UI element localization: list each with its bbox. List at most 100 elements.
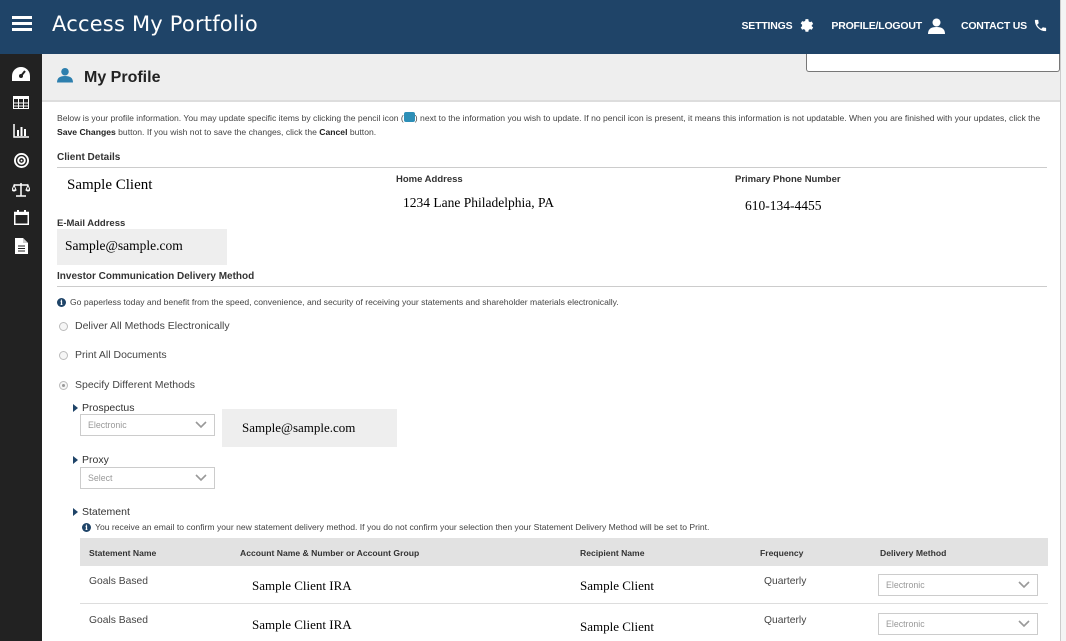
table-row: Goals Based Sample Client IRA Sample Cli… xyxy=(80,605,1048,641)
radio-button[interactable] xyxy=(59,321,68,331)
statement-label: Statement xyxy=(73,506,130,518)
pencil-icon xyxy=(403,112,415,122)
info-icon: i xyxy=(57,297,66,307)
table-grid-icon xyxy=(13,95,29,109)
col-delivery: Delivery Method xyxy=(880,548,947,558)
proxy-label-text: Proxy xyxy=(82,454,109,466)
email-value: Sample@sample.com xyxy=(57,229,227,265)
intro-part: button. If you wish not to save the chan… xyxy=(115,127,320,137)
profile-user-icon xyxy=(57,67,73,83)
delivery-method-select[interactable]: Electronic xyxy=(878,574,1038,596)
prospectus-select[interactable]: Electronic xyxy=(80,414,215,436)
contact-us-link[interactable]: CONTACT US xyxy=(961,18,1048,33)
cell-account: Sample Client IRA xyxy=(252,578,352,593)
contact-us-label: CONTACT US xyxy=(960,19,1027,32)
hamburger-menu-icon[interactable] xyxy=(12,16,32,32)
proxy-select-value: Select xyxy=(88,473,113,483)
intro-cancel-text: Cancel xyxy=(319,127,348,137)
prospectus-email: Sample@sample.com xyxy=(222,409,397,447)
triangle-right-icon xyxy=(73,456,78,464)
profile-logout-link[interactable]: PROFILE/LOGOUT xyxy=(831,18,945,34)
intro-text: Below is your profile information. You m… xyxy=(57,111,1047,139)
email-label: E-Mail Address xyxy=(57,218,126,229)
calendar-icon xyxy=(13,209,29,225)
page-title: My Profile xyxy=(84,69,161,86)
prospectus-label-text: Prospectus xyxy=(82,402,135,414)
col-account: Account Name & Number or Account Group xyxy=(240,548,420,558)
chevron-down-icon xyxy=(195,474,207,482)
gear-icon xyxy=(801,19,814,32)
cell-statement: Goals Based xyxy=(89,576,148,587)
cell-frequency: Quarterly xyxy=(764,576,807,587)
col-statement-name: Statement Name xyxy=(89,548,157,558)
client-name: Sample Client xyxy=(67,177,153,193)
sidebar-item-documents[interactable] xyxy=(0,232,42,260)
triangle-right-icon xyxy=(73,404,78,412)
document-icon xyxy=(14,238,28,254)
table-row: Goals Based Sample Client IRA Sample Cli… xyxy=(80,566,1048,604)
prospectus-select-value: Electronic xyxy=(88,420,127,430)
target-icon xyxy=(13,152,29,168)
cell-frequency: Quarterly xyxy=(764,615,807,626)
sidebar-item-dashboard[interactable] xyxy=(0,60,42,88)
radio-label: Print All Documents xyxy=(75,349,167,361)
info-icon: i xyxy=(82,522,91,532)
radio-label: Specify Different Methods xyxy=(75,379,196,391)
col-recipient: Recipient Name xyxy=(580,548,645,558)
sidebar-item-calendar[interactable] xyxy=(0,203,42,231)
chevron-down-icon xyxy=(1018,581,1030,589)
top-header-bar: Access My Portfolio SETTINGS PROFILE/LOG… xyxy=(0,0,1060,54)
cell-statement: Goals Based xyxy=(89,615,148,626)
sidebar-item-goals[interactable] xyxy=(0,146,42,174)
header-nav: SETTINGS PROFILE/LOGOUT CONTACT US xyxy=(742,17,1049,34)
proxy-select[interactable]: Select xyxy=(80,467,215,489)
cell-account: Sample Client IRA xyxy=(252,617,352,632)
statement-info-text: You receive an email to confirm your new… xyxy=(95,522,710,532)
dropdown-popover xyxy=(806,54,1060,72)
statement-info: i You receive an email to confirm your n… xyxy=(82,522,709,532)
user-icon xyxy=(927,18,945,34)
sidebar-item-reports[interactable] xyxy=(0,117,42,145)
dashboard-gauge-icon xyxy=(12,67,30,81)
profile-logout-label: PROFILE/LOGOUT xyxy=(831,19,922,32)
phone-label: Primary Phone Number xyxy=(735,174,841,185)
paperless-info: i Go paperless today and benefit from th… xyxy=(57,297,619,307)
radio-button-selected[interactable] xyxy=(59,380,68,390)
table-header: Statement Name Account Name & Number or … xyxy=(80,538,1048,566)
settings-link[interactable]: SETTINGS xyxy=(742,17,816,34)
settings-label: SETTINGS xyxy=(741,19,793,32)
home-address-value: 1234 Lane Philadelphia, PA xyxy=(403,195,554,210)
client-details-heading: Client Details xyxy=(57,152,1047,168)
sidebar-item-table[interactable] xyxy=(0,88,42,116)
sidebar xyxy=(0,54,42,641)
home-address-label: Home Address xyxy=(396,174,463,185)
cell-recipient: Sample Client xyxy=(580,619,655,634)
proxy-label: Proxy xyxy=(73,454,109,466)
balance-scale-icon xyxy=(12,182,30,197)
cell-recipient: Sample Client xyxy=(580,578,655,593)
bar-chart-icon xyxy=(13,124,29,138)
chevron-down-icon xyxy=(1018,620,1030,628)
col-frequency: Frequency xyxy=(760,548,804,558)
app-title: Access My Portfolio xyxy=(52,12,258,36)
window-edge xyxy=(1060,0,1066,641)
intro-save-text: Save Changes xyxy=(57,127,116,137)
prospectus-label: Prospectus xyxy=(73,402,135,414)
radio-deliver-electronic[interactable]: Deliver All Methods Electronically xyxy=(59,320,230,332)
triangle-right-icon xyxy=(73,508,78,516)
delivery-select-value: Electronic xyxy=(886,580,925,590)
delivery-method-select[interactable]: Electronic xyxy=(878,613,1038,635)
intro-part: button. xyxy=(347,127,377,137)
statement-label-text: Statement xyxy=(82,506,130,518)
radio-label: Deliver All Methods Electronically xyxy=(75,320,230,332)
intro-part: Below is your profile information. You m… xyxy=(57,113,404,123)
radio-button[interactable] xyxy=(59,350,68,360)
delivery-select-value: Electronic xyxy=(886,619,925,629)
radio-print-all[interactable]: Print All Documents xyxy=(59,349,167,361)
chevron-down-icon xyxy=(195,421,207,429)
radio-specify-methods[interactable]: Specify Different Methods xyxy=(59,379,195,391)
intro-part: ) next to the information you wish to up… xyxy=(414,113,1041,123)
phone-icon xyxy=(1034,19,1047,32)
sidebar-item-balance[interactable] xyxy=(0,175,42,203)
paperless-info-text: Go paperless today and benefit from the … xyxy=(70,297,619,307)
